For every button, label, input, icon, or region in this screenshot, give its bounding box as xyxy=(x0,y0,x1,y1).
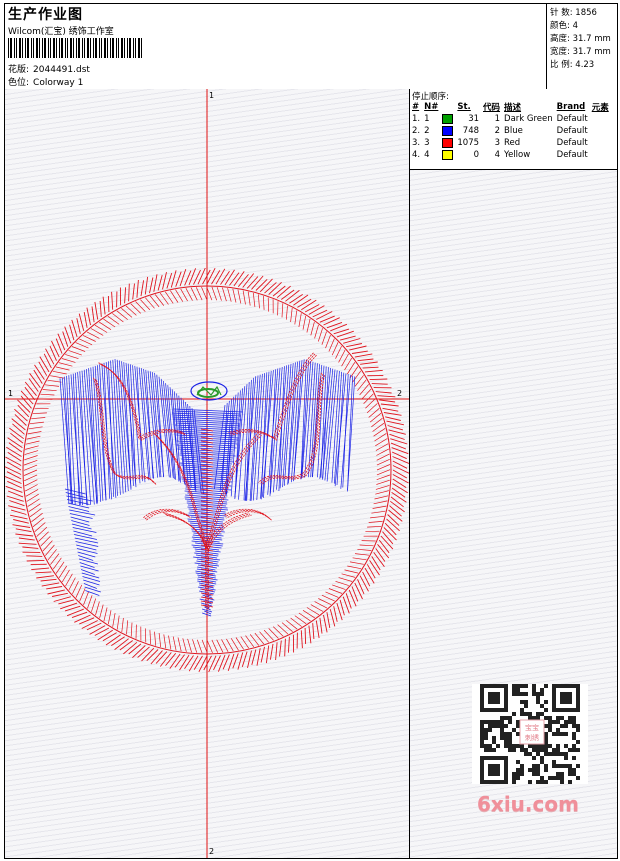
row-code: 3 xyxy=(494,138,501,148)
row-stitches: 0 xyxy=(473,150,480,160)
stop-sequence-table: # N# St. 代码 描述 Brand 元素 1. 1 31 1 Dark Green… xyxy=(410,100,611,161)
row-code: 4 xyxy=(494,150,501,160)
row-brand: Default xyxy=(556,114,588,124)
design-canvas[interactable]: 1 2 1 2 xyxy=(5,89,410,858)
row-desc: Red xyxy=(504,138,521,148)
row-n: 3 xyxy=(424,138,430,148)
design-value: 2044491.dst xyxy=(33,65,90,75)
colorway-value: Colorway 1 xyxy=(33,78,84,88)
spec-width: 宽度: 31.7 mm xyxy=(550,47,611,57)
row-brand: Default xyxy=(556,150,588,160)
col-n: N# xyxy=(424,101,439,112)
spec-box: 针 数: 1856 颜色: 4 高度: 31.7 mm 宽度: 31.7 mm … xyxy=(546,4,618,89)
color-swatch xyxy=(442,113,454,124)
row-n: 1 xyxy=(424,114,430,124)
spec-ratio: 比 例: 4.23 xyxy=(550,60,595,70)
row-brand: Default xyxy=(556,138,588,148)
colorway-line: 色位: Colorway 1 xyxy=(8,75,83,88)
row-stitches: 31 xyxy=(468,114,480,124)
axis-label-bottom: 2 xyxy=(209,847,215,856)
production-worksheet: 生产作业图 Wilcom(汇宝) 绣饰工作室 花版: 2044491.dst 色位… xyxy=(4,3,618,859)
row-index: 2. xyxy=(412,126,421,136)
page-title: 生产作业图 xyxy=(8,7,83,23)
table-header-row: # N# St. 代码 描述 Brand 元素 xyxy=(410,100,611,113)
col-desc: 描述 xyxy=(504,102,522,113)
bat-head-green xyxy=(190,381,228,401)
axis-label-top: 1 xyxy=(209,91,215,100)
row-element xyxy=(590,125,611,137)
row-swatch xyxy=(440,113,455,125)
row-swatch xyxy=(440,149,455,161)
row-swatch xyxy=(440,125,455,137)
col-brand: Brand xyxy=(556,101,586,112)
header: 生产作业图 Wilcom(汇宝) 绣饰工作室 花版: 2044491.dst 色位… xyxy=(5,4,617,90)
spec-height: 高度: 31.7 mm xyxy=(550,34,611,44)
axis-label-right: 2 xyxy=(397,389,403,398)
table-row: 4. 4 0 4 Yellow Default xyxy=(410,149,611,161)
row-index: 3. xyxy=(412,138,421,148)
table-row: 3. 3 1075 3 Red Default xyxy=(410,137,611,149)
barcode xyxy=(8,38,142,58)
table-row: 1. 1 31 1 Dark Green Default xyxy=(410,113,611,125)
col-index: # xyxy=(412,101,420,112)
color-swatch xyxy=(442,125,454,136)
row-desc: Blue xyxy=(504,126,523,136)
col-stitches: St. xyxy=(457,101,471,112)
row-index: 4. xyxy=(412,150,421,160)
qr-stamp-bottom: 刺绣 xyxy=(525,733,539,742)
color-swatch xyxy=(442,137,454,148)
row-stitches: 748 xyxy=(462,126,480,136)
stop-sequence-box: 停止顺序: # N# St. 代码 描述 Brand 元素 1. 1 31 1 Dark… xyxy=(410,89,617,170)
spec-stitches: 针 数: 1856 xyxy=(550,8,597,18)
watermark-brand: 6xiu.com xyxy=(477,792,579,816)
row-brand: Default xyxy=(556,126,588,136)
row-code: 2 xyxy=(494,126,501,136)
col-element: 元素 xyxy=(591,102,609,113)
qr-stamp-top: 宝宝 xyxy=(525,723,539,732)
color-swatch xyxy=(442,149,454,160)
row-code: 1 xyxy=(494,114,501,124)
company-name: Wilcom(汇宝) 绣饰工作室 xyxy=(8,27,114,37)
colorway-label: 色位: xyxy=(8,78,30,88)
row-swatch xyxy=(440,137,455,149)
table-row: 2. 2 748 2 Blue Default xyxy=(410,125,611,137)
design-label: 花版: xyxy=(8,65,30,75)
row-desc: Dark Green xyxy=(504,114,553,124)
row-element xyxy=(590,113,611,125)
row-stitches: 1075 xyxy=(457,138,480,148)
row-n: 2 xyxy=(424,126,430,136)
row-n: 4 xyxy=(424,150,430,160)
row-desc: Yellow xyxy=(504,150,531,160)
row-index: 1. xyxy=(412,114,421,124)
row-element xyxy=(590,149,611,161)
axis-label-left: 1 xyxy=(8,389,14,398)
spec-colors: 颜色: 4 xyxy=(550,21,578,31)
row-element xyxy=(590,137,611,149)
right-panel: 停止顺序: # N# St. 代码 描述 Brand 元素 1. 1 31 1 Dark… xyxy=(410,89,617,858)
embroidery-preview xyxy=(5,89,409,858)
design-line: 花版: 2044491.dst xyxy=(8,62,90,75)
col-swatch xyxy=(440,100,455,113)
qr-code[interactable]: 宝宝 刺绣 xyxy=(472,684,588,784)
col-code: 代码 xyxy=(483,102,501,113)
